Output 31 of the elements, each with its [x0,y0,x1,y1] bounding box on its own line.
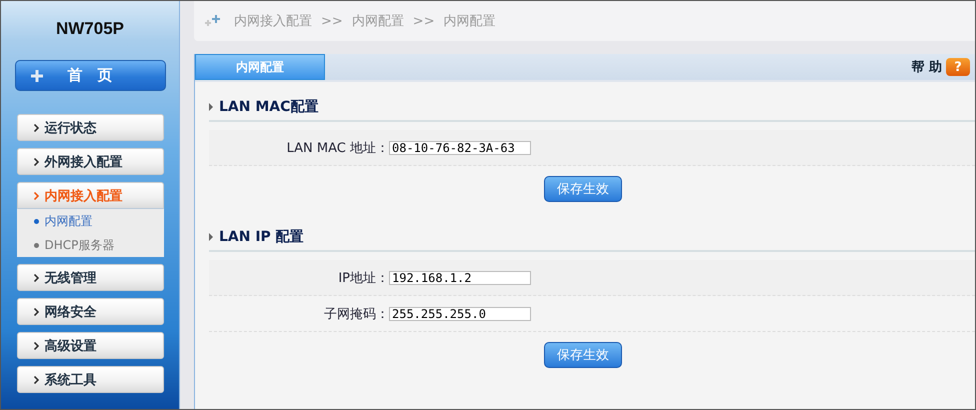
breadcrumb-separator: >> [412,14,435,28]
section-heading: LAN MAC配置 [209,98,975,122]
help-link[interactable]: 帮 助 [911,58,942,76]
home-button[interactable]: 首 页 [14,60,166,91]
breadcrumb-separator: >> [321,14,343,28]
menu-item[interactable]: 网络安全 [16,298,164,325]
chevron-icon [34,342,38,350]
device-model-title: NW705P [56,19,124,39]
submenu-item[interactable]: 内网配置 [16,209,164,233]
field-label: LAN MAC 地址： [286,140,389,156]
menu-item[interactable]: 无线管理 [16,264,164,291]
menu-item[interactable]: 运行状态 [16,114,164,141]
chevron-icon [34,308,38,316]
plus-icon [30,70,42,82]
menu-item[interactable]: 系统工具 [16,366,164,393]
menu-item[interactable]: 高级设置 [16,332,164,359]
plus-icon [204,15,222,27]
breadcrumb-item: 内网配置 [444,13,496,30]
input-field[interactable]: 08-10-76-82-3A-63 [389,140,531,154]
menu-item[interactable]: 外网接入配置 [16,148,164,175]
chevron-icon [34,376,38,384]
input-field[interactable]: 255.255.255.0 [389,306,531,320]
field-label: IP地址： [337,270,389,286]
chevron-icon [34,192,38,200]
chevron-icon [34,124,38,132]
input-field[interactable]: 192.168.1.2 [389,270,531,284]
submenu-item[interactable]: DHCP服务器 [16,233,164,257]
chevron-icon [34,274,38,282]
field-label: 子网掩码： [323,306,389,322]
section-heading: LAN IP 配置 [209,228,975,252]
chevron-icon [34,158,38,166]
